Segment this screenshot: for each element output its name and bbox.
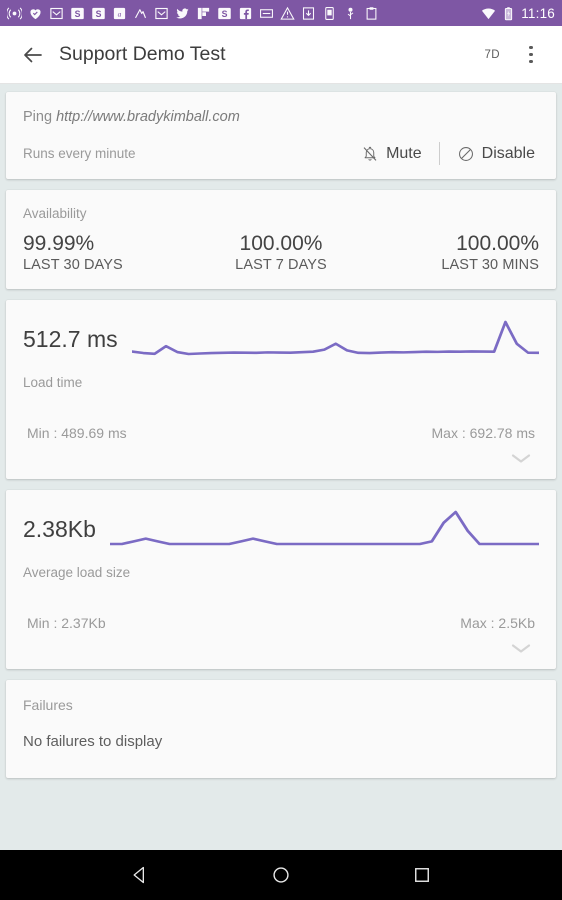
availability-column-7-days: 100.00% LAST 7 DAYS: [195, 231, 367, 273]
load-time-header: 512.7 ms: [23, 316, 539, 362]
availability-value: 100.00%: [239, 232, 323, 255]
load-size-header: 2.38Kb: [23, 506, 539, 552]
mute-label: Mute: [386, 144, 422, 162]
nav-home-circle-icon: [273, 867, 289, 883]
availability-period: LAST 7 DAYS: [235, 257, 327, 274]
load-size-min: Min : 2.37Kb: [27, 615, 106, 632]
load-time-min: Min : 489.69 ms: [27, 425, 127, 442]
load-size-sparkline-svg: [109, 510, 539, 546]
nav-back-button[interactable]: [117, 852, 163, 898]
battery-charging-icon: [505, 6, 513, 20]
wifi-icon: [482, 8, 496, 19]
load-size-expand-button[interactable]: [23, 631, 539, 665]
availability-value: 100.00%: [456, 232, 539, 255]
load-time-max: Max : 692.78 ms: [431, 425, 536, 442]
svg-text:a: a: [118, 9, 122, 18]
more-vertical-icon-dot-1: [529, 45, 533, 50]
load-size-label: Average load size: [23, 565, 131, 581]
load-time-label: Load time: [23, 375, 83, 391]
s-app-icon-2: S: [92, 7, 105, 19]
nav-recents-button[interactable]: [399, 852, 445, 898]
nav-back-triangle-icon: [133, 866, 145, 884]
ping-prefix-label: Ping: [23, 109, 53, 125]
load-time-sparkline: [131, 316, 539, 362]
warning-icon: [280, 6, 295, 20]
availability-card: Availability 99.99% LAST 30 DAYS 100.00%…: [6, 190, 556, 290]
svg-text:S: S: [222, 8, 228, 18]
circle-slash-icon: [458, 146, 473, 161]
availability-title: Availability: [23, 206, 87, 221]
svg-text:S: S: [75, 8, 81, 18]
ping-summary-card: Ping http://www.bradykimball.com Runs ev…: [6, 92, 556, 179]
android-navigation-bar: [0, 850, 562, 900]
monitor-detail-content: Ping http://www.bradykimball.com Runs ev…: [0, 84, 562, 850]
screenshot-icon: [260, 8, 273, 18]
twitter-icon: [176, 7, 189, 18]
status-bar-system-icons: 11:16: [481, 6, 555, 21]
more-vertical-icon-dot-2: [529, 52, 533, 57]
app-screen: S S a S 11:16 Support Demo Test 7D Ping …: [0, 0, 562, 900]
overflow-menu-button[interactable]: [516, 38, 546, 72]
disable-label: Disable: [481, 144, 535, 162]
more-vertical-icon-dot-3: [529, 59, 533, 64]
load-size-card[interactable]: 2.38Kb Average load size Min : 2.37Kb Ma…: [6, 490, 556, 670]
chevron-down-icon: [511, 644, 531, 653]
load-size-sparkline: [109, 506, 539, 552]
chevron-down-icon: [511, 454, 531, 463]
availability-column-30-days: 99.99% LAST 30 DAYS: [23, 231, 195, 273]
svg-text:S: S: [96, 8, 102, 18]
nav-recents-square-icon: [414, 868, 429, 882]
download-icon: [302, 6, 315, 20]
disable-button[interactable]: Disable: [453, 143, 539, 165]
page-title: Support Demo Test: [59, 43, 226, 65]
failures-empty-message: No failures to display: [23, 733, 163, 751]
clipboard-icon: [366, 6, 377, 20]
s-app-icon: S: [71, 7, 84, 19]
ping-schedule-label: Runs every minute: [23, 146, 136, 161]
amazon-icon: a: [113, 7, 126, 19]
availability-value: 99.99%: [23, 232, 95, 255]
mail-icon-2: [155, 7, 168, 19]
load-size-minmax-row: Min : 2.37Kb Max : 2.5Kb: [23, 615, 539, 631]
load-time-card[interactable]: 512.7 ms Load time Min : 489.69 ms Max :…: [6, 300, 556, 480]
availability-column-30-mins: 100.00% LAST 30 MINS: [367, 231, 539, 273]
load-time-sparkline-svg: [131, 320, 539, 356]
action-divider: [438, 142, 440, 165]
availability-period: LAST 30 DAYS: [23, 257, 123, 274]
load-size-max: Max : 2.5Kb: [460, 615, 535, 632]
load-time-expand-button[interactable]: [23, 441, 539, 475]
radio-icon: [7, 7, 22, 19]
status-bar: S S a S 11:16: [0, 0, 562, 26]
status-bar-clock: 11:16: [521, 5, 555, 21]
load-size-value: 2.38Kb: [23, 515, 96, 542]
status-bar-notification-icons: S S a S: [7, 6, 481, 21]
availability-period: LAST 30 MINS: [441, 257, 539, 274]
ping-actions-row: Runs every minute Mute Disable: [23, 142, 539, 165]
back-button[interactable]: [16, 38, 50, 72]
music-icon: [135, 8, 147, 18]
app-bar: Support Demo Test 7D: [0, 26, 562, 84]
arrow-left-icon: [24, 47, 42, 62]
bell-off-icon: [363, 146, 377, 161]
ping-target-line: Ping http://www.bradykimball.com: [23, 109, 539, 125]
load-time-value: 512.7 ms: [23, 325, 118, 352]
failures-title: Failures: [23, 697, 73, 714]
mute-button[interactable]: Mute: [357, 143, 426, 165]
failures-card: Failures No failures to display: [6, 680, 556, 779]
load-time-minmax-row: Min : 489.69 ms Max : 692.78 ms: [23, 425, 539, 441]
availability-columns: 99.99% LAST 30 DAYS 100.00% LAST 7 DAYS …: [23, 231, 539, 273]
s-app-icon-3: S: [218, 7, 231, 19]
usb-icon: [347, 7, 354, 19]
mail-icon: [50, 7, 63, 19]
facebook-icon: [239, 7, 252, 19]
time-range-button[interactable]: 7D: [476, 43, 508, 67]
heart-check-icon: [30, 8, 41, 19]
nav-home-button[interactable]: [258, 852, 304, 898]
flipboard-icon: [197, 7, 210, 19]
ping-url: http://www.bradykimball.com: [56, 109, 240, 125]
device-icon: [325, 6, 334, 20]
